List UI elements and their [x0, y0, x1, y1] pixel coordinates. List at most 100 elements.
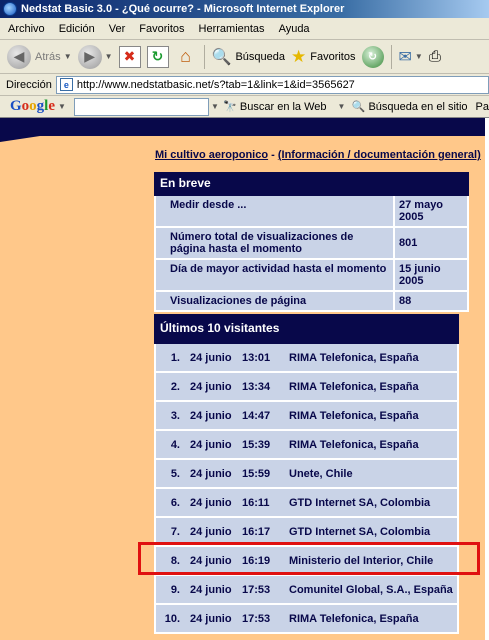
binoculars-icon: 🔭 — [223, 101, 237, 113]
visitor-time: 16:17 — [242, 525, 271, 538]
search-button[interactable]: 🔍 Búsqueda — [209, 43, 288, 71]
internet-explorer-icon — [3, 2, 17, 16]
site-search-label: Búsqueda en el sitio — [368, 100, 468, 113]
window-title: Nedstat Basic 3.0 - ¿Qué ocurre? - Micro… — [21, 3, 345, 15]
site-search-icon: 🔍 — [351, 101, 366, 113]
visitor-row: 5. 24 junio 15:59 Unete, Chile — [156, 460, 457, 487]
back-button[interactable]: ◀ Atrás ▼ — [4, 43, 75, 71]
visitor-time: 13:01 — [242, 351, 271, 364]
forward-arrow-icon: ▶ — [77, 44, 102, 69]
mail-dropdown-icon[interactable]: ▼ — [415, 52, 423, 61]
menu-edicion[interactable]: Edición — [59, 23, 95, 35]
address-input[interactable]: e http://www.nedstatbasic.net/s?tab=1&li… — [55, 75, 489, 94]
summary-row: Número total de visualizaciones de págin… — [156, 228, 467, 258]
visitor-isp: RIMA Telefonica, España — [289, 380, 419, 393]
summary-label: Número total de visualizaciones de págin… — [170, 231, 354, 255]
visitor-number: 10. — [164, 612, 180, 625]
summary-value: 801 — [393, 228, 467, 258]
visitor-row: 10. 24 junio 17:53 RIMA Telefonica, España — [156, 605, 457, 632]
forward-dropdown-icon[interactable]: ▼ — [105, 52, 113, 61]
summary-panel: En breve Medir desde ... 27 mayo 2005 Nú… — [154, 172, 469, 312]
menu-favoritos[interactable]: Favoritos — [139, 23, 184, 35]
visitor-date: 24 junio — [190, 525, 232, 538]
visitor-time: 17:53 — [242, 583, 271, 596]
visitor-time: 17:53 — [242, 612, 271, 625]
summary-label: Visualizaciones de página — [170, 295, 307, 307]
visitor-row: 3. 24 junio 14:47 RIMA Telefonica, España — [156, 402, 457, 429]
visitor-number: 2. — [170, 380, 180, 393]
visitor-time: 16:11 — [242, 496, 270, 509]
visitors-title: Últimos 10 visitantes — [160, 321, 280, 335]
visitor-row: 4. 24 junio 15:39 RIMA Telefonica, España — [156, 431, 457, 458]
visitor-row: 7. 24 junio 16:17 GTD Internet SA, Colombia — [156, 518, 457, 545]
visitor-number: 4. — [170, 438, 180, 451]
visitor-date: 24 junio — [190, 380, 232, 393]
mail-envelope-icon: ✉ — [398, 48, 412, 66]
visitor-number: 7. — [170, 525, 180, 538]
visitor-date: 24 junio — [190, 467, 232, 480]
forward-button[interactable]: ▶ ▼ — [75, 43, 116, 71]
google-logo[interactable]: Google — [10, 98, 55, 115]
visitor-number: 1. — [170, 351, 180, 364]
visitor-date: 24 junio — [190, 496, 232, 509]
visitor-date: 24 junio — [190, 612, 232, 625]
visitor-number: 3. — [170, 409, 180, 422]
visitors-panel: Últimos 10 visitantes 1. 24 junio 13:01 RIM… — [154, 314, 459, 634]
highlight-box — [138, 542, 480, 575]
stop-button[interactable]: ✖ — [116, 43, 144, 71]
visitor-isp: RIMA Telefonica, España — [289, 351, 419, 364]
visitor-isp: GTD Internet SA, Colombia — [289, 525, 431, 538]
google-input-dropdown-icon[interactable]: ▼ — [211, 102, 219, 111]
search-web-label: Buscar en la Web — [239, 100, 327, 113]
visitor-row: 2. 24 junio 13:34 RIMA Telefonica, España — [156, 373, 457, 400]
back-arrow-icon: ◀ — [7, 44, 31, 69]
visitor-date: 24 junio — [190, 351, 232, 364]
back-dropdown-icon[interactable]: ▼ — [64, 52, 72, 61]
truncated-toolbar-item[interactable]: Pa — [476, 101, 489, 113]
google-menu-dropdown-icon[interactable]: ▼ — [58, 102, 66, 111]
visitor-isp: RIMA Telefonica, España — [289, 438, 419, 451]
refresh-button[interactable]: ↻ — [144, 43, 172, 71]
toolbar-separator — [390, 44, 392, 69]
mail-button[interactable]: ✉ ▼ — [396, 43, 426, 71]
menu-ayuda[interactable]: Ayuda — [279, 23, 310, 35]
search-web-button[interactable]: 🔭 Buscar en la Web — [223, 100, 327, 114]
home-button[interactable]: ⌂ — [172, 43, 200, 71]
visitor-time: 15:59 — [242, 467, 271, 480]
history-button[interactable]: ↻ — [359, 43, 387, 71]
visitor-number: 6. — [170, 496, 180, 509]
summary-value: 15 junio 2005 — [393, 260, 467, 290]
visitor-row: 6. 24 junio 16:11 GTD Internet SA, Colombia — [156, 489, 457, 516]
summary-label: Día de mayor actividad hasta el momento — [170, 263, 387, 275]
visitor-isp: RIMA Telefonica, España — [289, 612, 419, 625]
favorites-button[interactable]: ★ Favoritos — [288, 43, 359, 71]
visitor-isp: Unete, Chile — [289, 467, 353, 480]
search-web-dropdown-icon[interactable]: ▼ — [338, 102, 346, 111]
visitor-date: 24 junio — [190, 438, 232, 451]
visitors-list: 1. 24 junio 13:01 RIMA Telefonica, España 2… — [154, 344, 459, 634]
favorites-star-icon: ★ — [291, 46, 307, 66]
address-bar: Dirección e http://www.nedstatbasic.net/… — [0, 74, 489, 96]
menu-herramientas[interactable]: Herramientas — [199, 23, 265, 35]
page-icon: e — [59, 78, 73, 91]
summary-row: Visualizaciones de página 88 — [156, 292, 467, 310]
toolbar-separator — [203, 44, 205, 69]
google-search-input[interactable] — [73, 97, 209, 116]
navigation-toolbar: ◀ Atrás ▼ ▶ ▼ ✖ ↻ ⌂ 🔍 Búsqueda ★ Favorit… — [0, 40, 489, 74]
site-search-button[interactable]: 🔍 Búsqueda en el sitio — [351, 100, 468, 114]
site-name-link[interactable]: Mi cultivo aeroponico — [155, 149, 268, 161]
visitor-isp: GTD Internet SA, Colombia — [289, 496, 431, 509]
visitor-isp: Comunitel Global, S.A., España — [289, 583, 453, 596]
visitor-time: 15:39 — [242, 438, 271, 451]
print-button[interactable]: ⎙ — [426, 43, 444, 71]
summary-value: 27 mayo 2005 — [393, 196, 467, 226]
top-links: Mi cultivo aeroponico - (Información / d… — [155, 149, 481, 161]
menu-archivo[interactable]: Archivo — [8, 23, 45, 35]
search-label: Búsqueda — [235, 50, 285, 63]
summary-label: Medir desde ... — [170, 199, 247, 211]
visitor-row: 9. 24 junio 17:53 Comunitel Global, S.A., E… — [156, 576, 457, 603]
info-link[interactable]: (Información / documentación general) — [278, 149, 481, 161]
window-title-bar: Nedstat Basic 3.0 - ¿Qué ocurre? - Micro… — [0, 0, 489, 18]
menu-ver[interactable]: Ver — [109, 23, 126, 35]
link-separator: - — [268, 149, 278, 161]
